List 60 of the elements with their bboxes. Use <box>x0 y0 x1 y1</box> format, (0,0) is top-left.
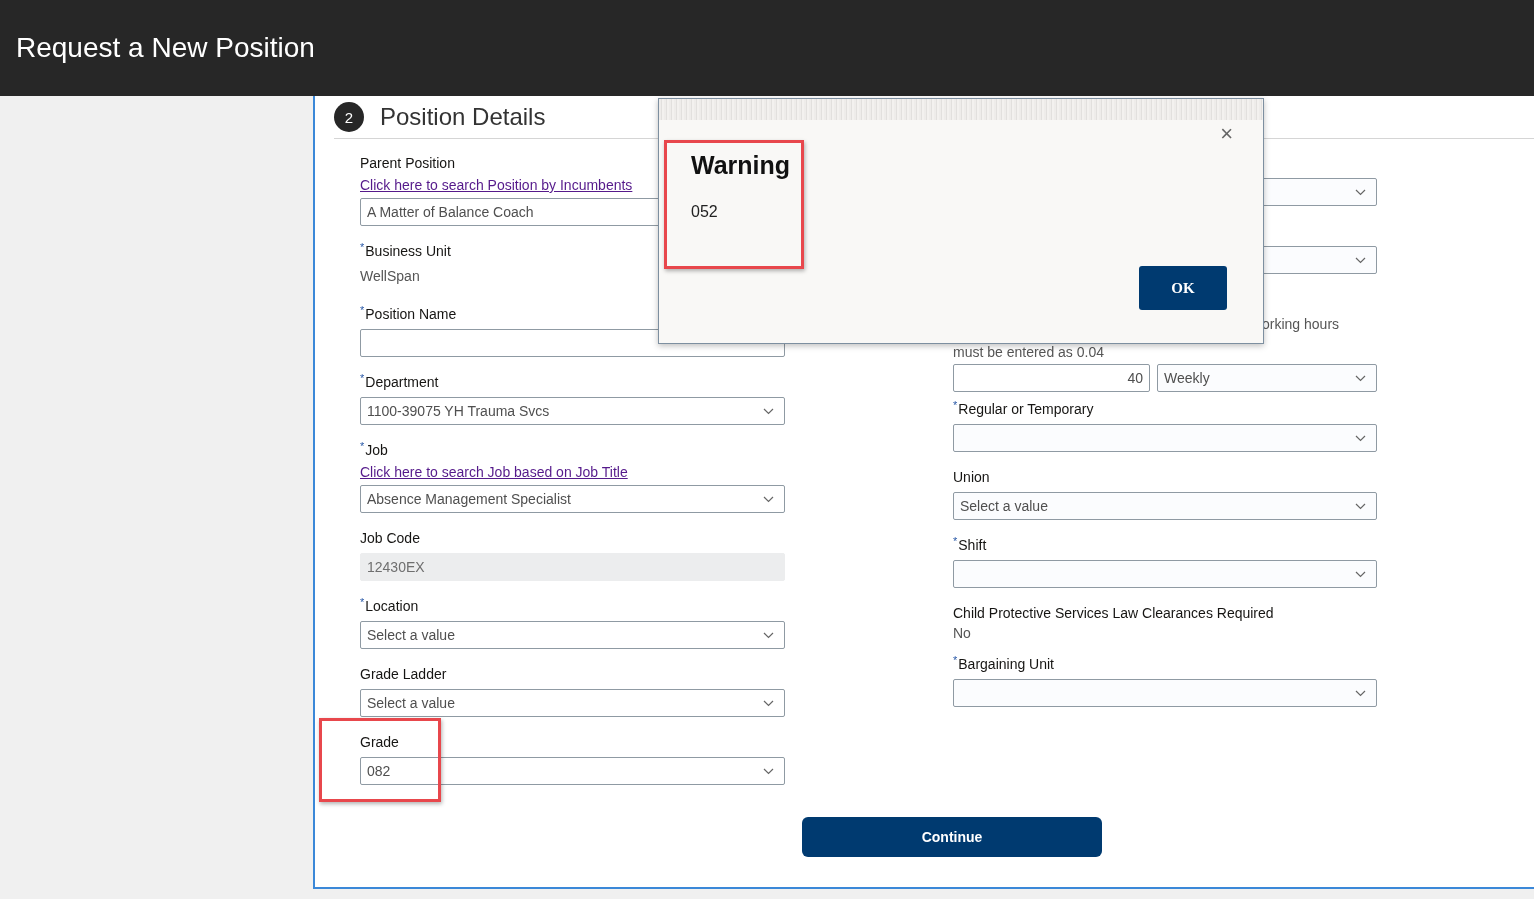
field-label: Child Protective Services Law Clearances Required <box>953 604 1274 623</box>
required-mark: * <box>360 596 365 608</box>
required-mark: * <box>360 304 365 316</box>
field-label: Department <box>365 373 439 392</box>
field-label: Shift <box>958 536 987 555</box>
chevron-down-icon <box>763 407 774 415</box>
field-label: Job <box>365 441 388 460</box>
help-text: orking hours <box>1262 316 1341 333</box>
required-mark: * <box>953 535 958 547</box>
search-link[interactable]: Click here to search Job based on Job Title <box>360 462 628 482</box>
text-field: 12430EX <box>360 553 785 581</box>
required-mark: * <box>360 440 365 452</box>
dialog-message: 052 <box>691 203 718 221</box>
field-label: Union <box>953 468 990 487</box>
chevron-down-icon <box>763 495 774 503</box>
chevron-down-icon <box>1355 434 1366 442</box>
dropdown-field[interactable] <box>953 424 1377 452</box>
ok-button[interactable]: OK <box>1139 266 1227 310</box>
dialog-title: Warning <box>691 151 791 180</box>
field-label: Position Name <box>365 305 457 324</box>
required-mark: * <box>953 654 958 666</box>
field-label: Bargaining Unit <box>958 655 1054 674</box>
section-title: Position Details <box>380 103 546 131</box>
chevron-down-icon <box>1355 188 1366 196</box>
chevron-down-icon <box>1355 256 1366 264</box>
dropdown-field[interactable]: 1100-39075 YH Trauma Svcs <box>360 397 785 425</box>
field-value: WellSpan <box>360 267 421 286</box>
chevron-down-icon <box>1355 689 1366 697</box>
chevron-down-icon <box>1355 502 1366 510</box>
field-label: Grade Ladder <box>360 665 447 684</box>
field-label: Business Unit <box>365 242 451 261</box>
dropdown-field[interactable]: Select a value <box>360 621 785 649</box>
required-mark: * <box>360 372 365 384</box>
dropdown-field[interactable]: Select a value <box>953 492 1377 520</box>
dropdown-field[interactable]: 082 <box>360 757 785 785</box>
chevron-down-icon <box>1355 570 1366 578</box>
field-label: Location <box>365 597 419 616</box>
search-link[interactable]: Click here to search Position by Incumbents <box>360 175 633 195</box>
required-mark: * <box>953 399 958 411</box>
field-label: Regular or Temporary <box>958 400 1094 419</box>
chevron-down-icon <box>763 767 774 775</box>
page-title: Request a New Position <box>16 32 315 64</box>
help-text: must be entered as 0.04 <box>953 344 1105 361</box>
field-label: Grade <box>360 733 399 752</box>
continue-button[interactable]: Continue <box>802 817 1102 857</box>
close-button[interactable]: × <box>1220 123 1233 145</box>
field-label: Job Code <box>360 529 420 548</box>
chevron-down-icon <box>763 699 774 707</box>
required-mark: * <box>360 241 365 253</box>
dropdown-field[interactable]: Weekly <box>1157 364 1377 392</box>
dropdown-field[interactable] <box>953 679 1377 707</box>
hours-field[interactable]: 40 <box>953 364 1150 392</box>
dropdown-field[interactable]: Select a value <box>360 689 785 717</box>
field-value: No <box>953 624 972 643</box>
step-number: 2 <box>334 102 364 132</box>
dropdown-field[interactable]: Absence Management Specialist <box>360 485 785 513</box>
field-label: Parent Position <box>360 154 455 173</box>
chevron-down-icon <box>763 631 774 639</box>
dropdown-field[interactable] <box>953 560 1377 588</box>
chevron-down-icon <box>1355 374 1366 382</box>
